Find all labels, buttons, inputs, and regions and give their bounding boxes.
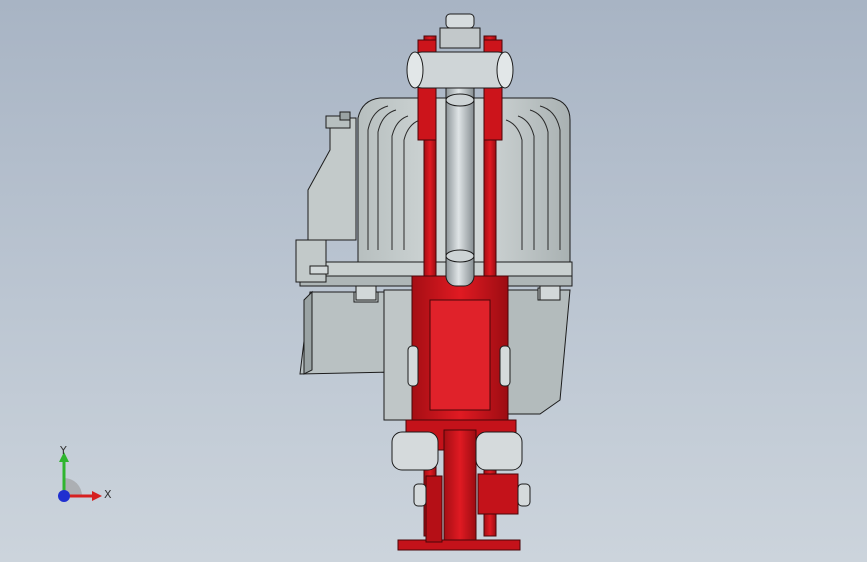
x-axis-head bbox=[92, 491, 102, 501]
x-axis-label: X bbox=[104, 488, 112, 501]
coordinate-triad: Y X bbox=[58, 444, 112, 502]
brake-assembly-model[interactable] bbox=[0, 0, 867, 562]
z-axis-dot bbox=[58, 490, 70, 502]
terminal-box bbox=[307, 111, 357, 241]
push-rod bbox=[445, 69, 475, 287]
3d-viewport[interactable]: Y X bbox=[0, 0, 867, 562]
y-axis-label: Y bbox=[59, 444, 67, 457]
